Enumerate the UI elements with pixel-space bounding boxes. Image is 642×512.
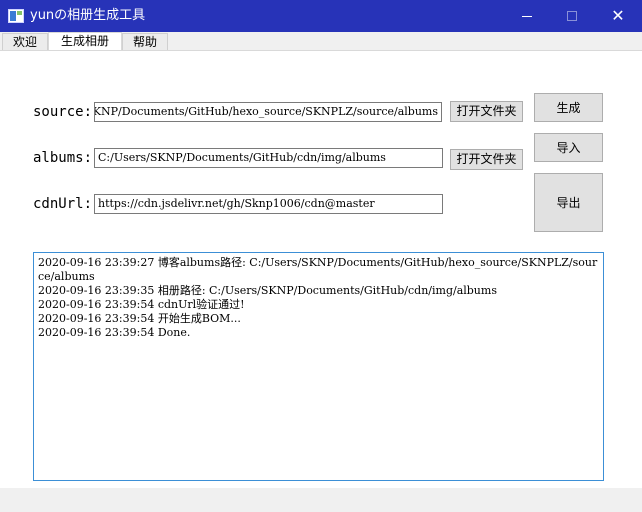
log-line: 2020-09-16 23:39:54 开始生成BOM... [38, 312, 241, 325]
cdn-url-label: cdnUrl: [33, 196, 93, 212]
app-icon [8, 9, 24, 23]
log-line: 2020-09-16 23:39:54 cdnUrl验证通过! [38, 298, 245, 311]
window-title: yunの相册生成工具 [30, 8, 146, 23]
import-button[interactable]: 导入 [534, 133, 603, 162]
log-line: 2020-09-16 23:39:35 相册路径: C:/Users/SKNP/… [38, 284, 497, 297]
log-line: 2020-09-16 23:39:54 Done. [38, 326, 191, 339]
log-line: 2020-09-16 23:39:27 博客albums路径: C:/Users… [38, 256, 598, 283]
source-browse-button[interactable]: 打开文件夹 [450, 101, 523, 122]
maximize-button[interactable] [549, 0, 595, 32]
albums-input[interactable]: C:/Users/SKNP/Documents/GitHub/cdn/img/a… [94, 148, 443, 168]
maximize-icon [567, 11, 577, 21]
cdn-url-input[interactable]: https://cdn.jsdelivr.net/gh/Sknp1006/cdn… [94, 194, 443, 214]
tab-welcome[interactable]: 欢迎 [2, 33, 48, 51]
status-bar [0, 488, 642, 512]
minimize-button[interactable] [504, 0, 550, 32]
export-button[interactable]: 导出 [534, 173, 603, 232]
albums-label: albums: [33, 150, 93, 166]
albums-browse-button[interactable]: 打开文件夹 [450, 149, 523, 170]
title-bar: yunの相册生成工具 ✕ [0, 0, 642, 32]
log-output[interactable]: 2020-09-16 23:39:27 博客albums路径: C:/Users… [33, 252, 604, 481]
close-button[interactable]: ✕ [595, 0, 641, 32]
source-input[interactable]: C:/Users/SKNP/Documents/GitHub/hexo_sour… [94, 102, 442, 122]
close-icon: ✕ [611, 6, 625, 25]
tab-help[interactable]: 帮助 [122, 33, 168, 51]
source-input-value: C:/Users/SKNP/Documents/GitHub/hexo_sour… [95, 105, 438, 118]
tab-bar: 欢迎 生成相册 帮助 [0, 32, 642, 51]
source-label: source: [33, 104, 93, 120]
minimize-icon [522, 15, 532, 17]
generate-button[interactable]: 生成 [534, 93, 603, 122]
tab-generate-album[interactable]: 生成相册 [48, 32, 122, 51]
